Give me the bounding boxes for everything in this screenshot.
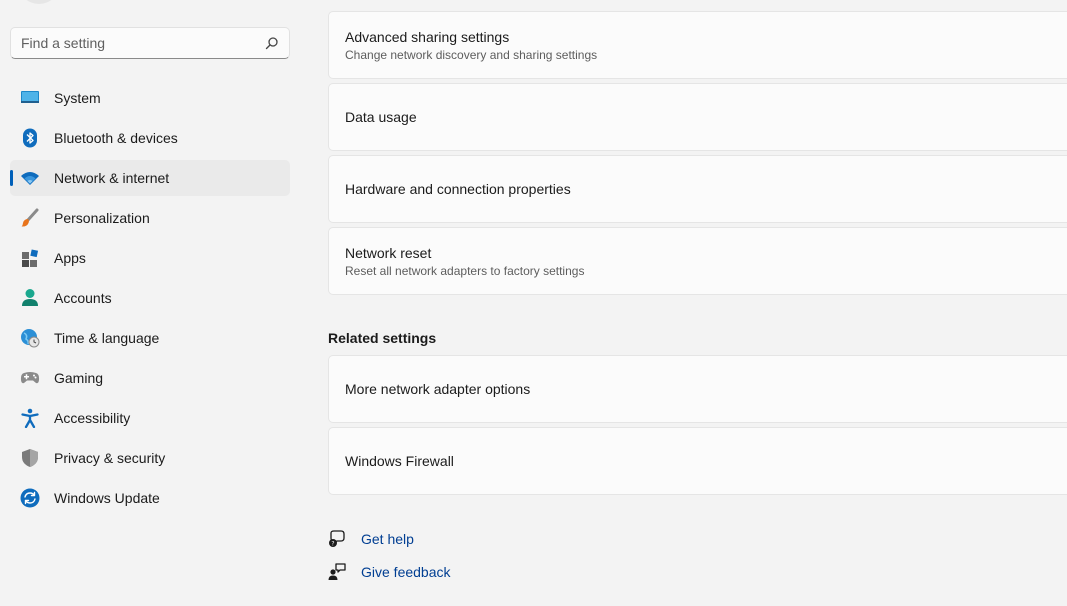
globe-clock-icon bbox=[21, 329, 40, 348]
wifi-icon bbox=[21, 172, 39, 185]
search-icon[interactable] bbox=[265, 36, 279, 50]
sidebar-item-label: Privacy & security bbox=[54, 450, 166, 466]
feedback-icon bbox=[328, 563, 346, 580]
card-more-adapter-options[interactable]: More network adapter options bbox=[328, 355, 1067, 423]
sidebar-item-gaming[interactable]: Gaming bbox=[10, 360, 290, 396]
sidebar-item-label: Accessibility bbox=[54, 410, 131, 426]
sidebar-item-time-language[interactable]: Time & language bbox=[10, 320, 290, 356]
sidebar-item-label: Windows Update bbox=[54, 490, 160, 506]
sidebar: System Bluetooth & devices Network & int… bbox=[0, 0, 300, 606]
help-chat-icon: ? bbox=[329, 530, 345, 547]
gamepad-icon bbox=[20, 372, 40, 384]
main-content: Advanced sharing settings Change network… bbox=[328, 0, 1067, 606]
card-data-usage[interactable]: Data usage bbox=[328, 83, 1067, 151]
sidebar-nav: System Bluetooth & devices Network & int… bbox=[10, 80, 290, 520]
update-icon bbox=[20, 488, 40, 508]
avatar[interactable] bbox=[18, 0, 60, 4]
sidebar-item-label: System bbox=[54, 90, 101, 106]
sidebar-item-network[interactable]: Network & internet bbox=[10, 160, 290, 196]
get-help-link[interactable]: ? Get help bbox=[328, 528, 414, 550]
section-title-peek bbox=[328, 0, 332, 6]
card-title: Data usage bbox=[345, 109, 417, 125]
get-help-label: Get help bbox=[361, 531, 414, 547]
give-feedback-link[interactable]: Give feedback bbox=[328, 561, 451, 583]
sidebar-item-label: Bluetooth & devices bbox=[54, 130, 178, 146]
card-title: Hardware and connection properties bbox=[345, 181, 571, 197]
sidebar-item-accounts[interactable]: Accounts bbox=[10, 280, 290, 316]
sidebar-item-privacy[interactable]: Privacy & security bbox=[10, 440, 290, 476]
shield-icon bbox=[22, 449, 38, 467]
svg-text:?: ? bbox=[331, 540, 334, 547]
sidebar-item-label: Personalization bbox=[54, 210, 150, 226]
bluetooth-icon bbox=[23, 128, 37, 148]
give-feedback-label: Give feedback bbox=[361, 564, 451, 580]
card-subtitle: Reset all network adapters to factory se… bbox=[345, 263, 585, 278]
monitor-icon bbox=[21, 91, 39, 103]
sidebar-item-personalization[interactable]: Personalization bbox=[10, 200, 290, 236]
card-title: More network adapter options bbox=[345, 381, 531, 397]
card-title: Advanced sharing settings bbox=[345, 28, 510, 45]
person-icon bbox=[22, 289, 38, 306]
apps-icon bbox=[22, 249, 39, 267]
sidebar-item-bluetooth[interactable]: Bluetooth & devices bbox=[10, 120, 290, 156]
related-settings-heading: Related settings bbox=[328, 330, 437, 346]
card-title: Network reset bbox=[345, 244, 432, 261]
sidebar-item-apps[interactable]: Apps bbox=[10, 240, 290, 276]
accessibility-icon bbox=[21, 408, 39, 428]
search-box[interactable] bbox=[10, 27, 290, 59]
sidebar-item-accessibility[interactable]: Accessibility bbox=[10, 400, 290, 436]
sidebar-item-label: Apps bbox=[54, 250, 86, 266]
brush-icon bbox=[21, 208, 39, 227]
card-subtitle: Change network discovery and sharing set… bbox=[345, 47, 598, 62]
sidebar-item-windows-update[interactable]: Windows Update bbox=[10, 480, 290, 516]
card-hardware-properties[interactable]: Hardware and connection properties bbox=[328, 155, 1067, 223]
sidebar-item-label: Network & internet bbox=[54, 170, 170, 186]
sidebar-item-label: Gaming bbox=[54, 370, 104, 386]
card-advanced-sharing[interactable]: Advanced sharing settings Change network… bbox=[328, 11, 1067, 79]
sidebar-item-system[interactable]: System bbox=[10, 80, 290, 116]
sidebar-item-label: Time & language bbox=[54, 330, 160, 346]
card-title: Windows Firewall bbox=[345, 453, 454, 469]
card-network-reset[interactable]: Network reset Reset all network adapters… bbox=[328, 227, 1067, 295]
search-input[interactable] bbox=[21, 35, 265, 51]
card-windows-firewall[interactable]: Windows Firewall bbox=[328, 427, 1067, 495]
sidebar-item-label: Accounts bbox=[54, 290, 112, 306]
